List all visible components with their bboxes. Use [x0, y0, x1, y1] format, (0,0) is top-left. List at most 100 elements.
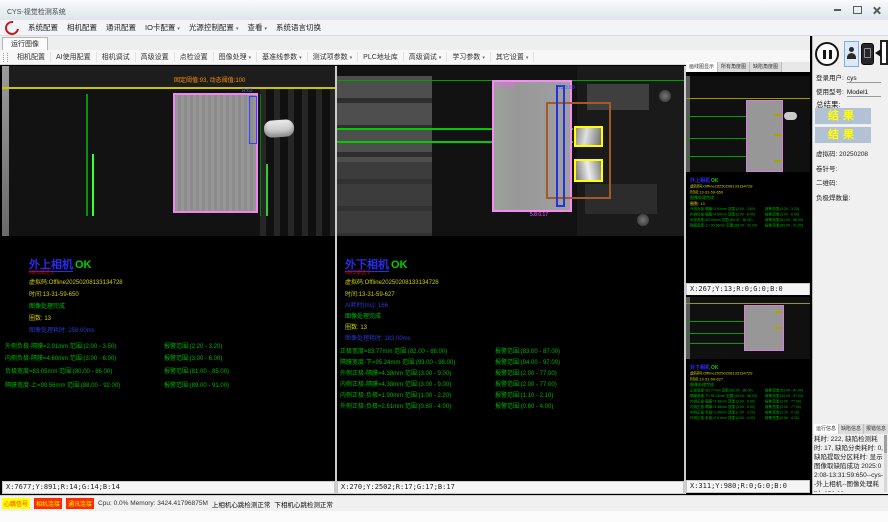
settings-button[interactable]: [861, 43, 874, 65]
alarm-range: 报警范围:(2.00 - 77.00): [495, 379, 557, 388]
menu-camera-config[interactable]: 相机配置: [67, 22, 97, 33]
overlay-lower: 外下相机OK MES发送:1 虚拟码:Offline20250208133134…: [337, 236, 684, 480]
mini-overlay-text: 外下相机OK 虚拟码:Offline20250208133134728 时间:1…: [690, 363, 810, 421]
sidebar: 登录用户:cys 使用型号:Model1 总结果: 结果 结果 虚拟码: 202…: [812, 36, 888, 494]
exit-arrow-icon: [875, 49, 881, 57]
tab-run-info[interactable]: 运行信息: [814, 424, 839, 434]
menu-comm-config[interactable]: 通讯配置: [106, 22, 136, 33]
menu-light-config[interactable]: 光源控制配置: [189, 22, 239, 33]
log-tabs: 运行信息 缺陷信息 报错信息: [814, 424, 888, 434]
cpu-memory-status: Cpu: 0.0% Memory: 3424.41796875M: [98, 500, 208, 507]
exit-button[interactable]: [875, 40, 888, 66]
toolbar-grip[interactable]: [3, 53, 8, 62]
measurement-row: 隔膜宽度-上=90.56mm 范围:(88.00 - 92.00)报警范围:(8…: [5, 380, 335, 389]
tool-spot-check[interactable]: 点检设置: [175, 52, 214, 62]
tab-defect-info[interactable]: 缺陷信息: [839, 424, 864, 434]
virtual-code: 虚拟码:Offline20250208133134728: [345, 277, 439, 286]
weld-tab-box: [574, 126, 603, 147]
threshold-label: 固定阈值:93, 动态阈值:100: [174, 75, 245, 84]
measurement-row: 外侧负极-隔膜=2.91mm 范围:(2.00 - 3.50)报警范围:(2.2…: [5, 341, 335, 350]
ok-status: OK: [391, 259, 408, 271]
machine-edge: [686, 76, 690, 172]
alarm-range: 报警范围:(1.10 - 2.10): [495, 390, 553, 399]
login-user-value: cys: [847, 75, 881, 83]
user-button[interactable]: [844, 41, 859, 67]
menu-io-config[interactable]: IO卡配置: [145, 22, 180, 33]
camera-connect-badge: 相机连接: [34, 498, 62, 509]
maximize-button[interactable]: [850, 4, 864, 16]
user-icon: [847, 53, 856, 59]
app-logo-icon: [2, 18, 21, 37]
edge-line-green: [686, 138, 746, 139]
tool-test-params[interactable]: 测试项参数: [308, 52, 359, 62]
scrollbar-thumb[interactable]: [884, 435, 887, 453]
ai-box-label: AI检测框: [495, 82, 515, 89]
menu-language-switch[interactable]: 系统语言切换: [276, 22, 321, 33]
alarm-range: 报警范围:(83.00 - 87.00): [495, 346, 560, 355]
tab-run-image[interactable]: 运行图像: [2, 37, 48, 50]
login-user-row: 登录用户:cys: [816, 72, 881, 83]
upper-camera-heartbeat: 上相机心跳检测正常: [212, 499, 271, 509]
camera-view-lower[interactable]: AI检测框 73.3.80 5.8:0.17: [337, 66, 684, 236]
model-row: 使用型号:Model1: [816, 86, 881, 97]
pause-button[interactable]: [815, 42, 839, 66]
measurement-row: 负极宽度=83.05mm 范围:(80.00 - 86.00)报警范围:(81.…: [5, 366, 335, 375]
lower-camera-heartbeat: 下相机心跳检测正常: [274, 499, 333, 509]
tool-plc-address[interactable]: PLC地址库: [358, 52, 404, 62]
close-icon: [873, 6, 881, 14]
tool-camera-config[interactable]: 相机配置: [12, 52, 51, 62]
log-scrollbar[interactable]: [884, 435, 887, 492]
mes-status: MES发送:1: [345, 269, 370, 276]
thumbnail-upper[interactable]: 外上相机OK 虚拟码:Offline20250208133134728 时间:1…: [686, 72, 810, 283]
machine-edge: [2, 66, 9, 236]
process-done: 图像处理完成: [345, 311, 381, 320]
thumbnail-lower[interactable]: 外下相机OK 虚拟码:Offline20250208133134728 时间:1…: [686, 295, 810, 480]
edge-line-green: [686, 116, 746, 117]
measurement-row: 正极宽度=83.77mm 范围:(82.00 - 88.00)报警范围:(83.…: [340, 346, 670, 355]
tool-advanced-settings[interactable]: 高级设置: [136, 52, 175, 62]
machine-background: [337, 162, 432, 236]
tool-other-settings[interactable]: 其它设置: [491, 52, 535, 62]
tab-line-view[interactable]: 画线图显示: [686, 62, 718, 72]
mini-label: [774, 160, 782, 162]
tab-error-info[interactable]: 报错信息: [864, 424, 888, 434]
blue-measure-label: R:63: [242, 88, 253, 94]
virtual-code-row: 虚拟码: 20250208: [816, 148, 868, 158]
alarm-range: 报警范围:(3.00 - 6.00): [164, 353, 222, 362]
weld-tab-blob: [263, 119, 294, 138]
mini-label: [774, 114, 782, 116]
tab-defect-angles[interactable]: 缺陷角度图: [750, 62, 782, 72]
ok-status: OK: [75, 259, 92, 271]
machine-edge: [686, 297, 690, 359]
tool-advanced-debug[interactable]: 高级调试: [404, 52, 448, 62]
winding-pin-row: 卷针号:: [816, 163, 837, 173]
machine-background: [260, 66, 335, 236]
baseline-yellow: [686, 303, 810, 304]
capture-time: 时间:13-31-59-650: [29, 289, 79, 298]
model-value: Model1: [847, 89, 881, 97]
close-button[interactable]: [870, 4, 884, 16]
alarm-range: 报警范围:(89.00 - 91.00): [164, 380, 229, 389]
tool-learning-params[interactable]: 学习参数: [447, 52, 491, 62]
measurement-row: 外侧正极-隔膜=4.38mm 范围:(3.00 - 9.00)报警范围:(2.0…: [340, 368, 670, 377]
tool-ai-config[interactable]: AI使用配置: [51, 52, 97, 62]
weld-count-row: 负极焊数量:: [816, 192, 850, 202]
tab-all-angles[interactable]: 所有角度图: [718, 62, 750, 72]
tool-image-processing[interactable]: 图像处理: [214, 52, 258, 62]
tool-baseline-params[interactable]: 基准线参数: [257, 52, 308, 62]
menu-view[interactable]: 查看: [247, 22, 267, 33]
blue-measure-label: 73.3.80: [558, 85, 575, 91]
camera-view-upper[interactable]: 固定阈值:93, 动态阈值:100 R:63: [2, 66, 335, 236]
capture-time: 时间:13-31-59-627: [345, 289, 395, 298]
comm-connect-badge: 通讯连接: [66, 498, 94, 509]
minimize-button[interactable]: [830, 4, 844, 16]
user-icon: [849, 47, 854, 52]
camera-panel-lower: AI检测框 73.3.80 5.8:0.17 外下相机OK MES发送:1 虚拟…: [337, 66, 684, 480]
mini-label: [774, 327, 782, 329]
weld-tab-blob: [784, 112, 797, 120]
menu-system-config[interactable]: 系统配置: [28, 22, 58, 33]
tool-camera-debug[interactable]: 相机调试: [97, 52, 136, 62]
minimize-icon: [834, 9, 841, 11]
coordbar-lower: X:270;Y:2502;R:17;G:17;B:17: [337, 481, 684, 494]
measure-box-blue: [249, 96, 257, 144]
